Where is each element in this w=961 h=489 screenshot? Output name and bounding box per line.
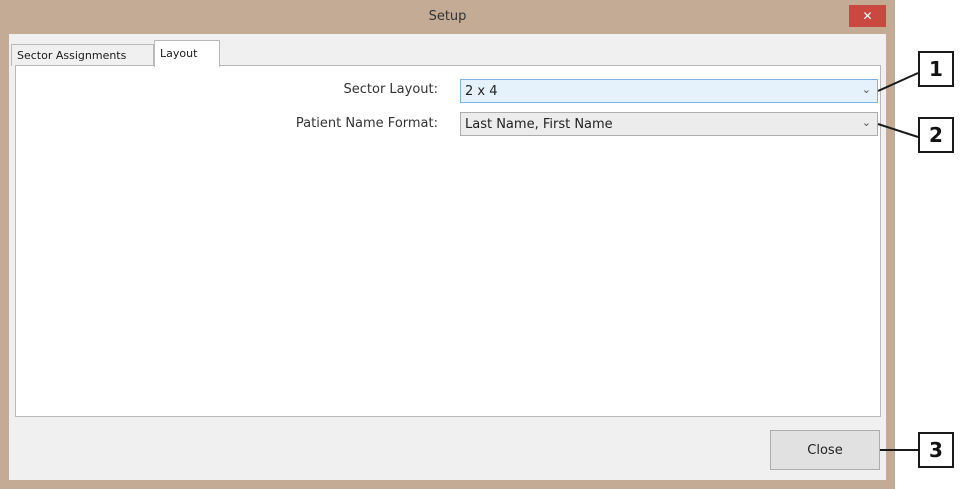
- close-button-label: Close: [807, 442, 843, 458]
- tab-sector-assignments[interactable]: Sector Assignments: [11, 44, 154, 66]
- chevron-down-icon: ⌄: [861, 116, 871, 129]
- patient-name-format-value: Last Name, First Name: [465, 117, 613, 132]
- patient-name-format-label: Patient Name Format:: [295, 116, 438, 131]
- callout-3: 3: [918, 432, 954, 468]
- callout-1: 1: [918, 51, 954, 87]
- sector-layout-label: Sector Layout:: [343, 82, 439, 97]
- close-icon: ✕: [862, 9, 873, 23]
- window-title: Setup: [428, 9, 467, 24]
- tab-label: Sector Assignments: [17, 49, 127, 62]
- sector-layout-value: 2 x 4: [465, 84, 498, 99]
- window-close-button[interactable]: ✕: [849, 5, 886, 27]
- setup-window: Setup ✕ Sector Assignments Layout Sector…: [0, 0, 895, 489]
- title-bar[interactable]: Setup ✕: [0, 0, 895, 34]
- callout-2: 2: [918, 117, 954, 153]
- tab-layout[interactable]: Layout: [154, 40, 220, 67]
- sector-layout-select[interactable]: 2 x 4 ⌄: [460, 79, 878, 103]
- close-button[interactable]: Close: [770, 430, 880, 470]
- tab-label: Layout: [160, 47, 198, 60]
- screenshot-root: Setup ✕ Sector Assignments Layout Sector…: [0, 0, 961, 489]
- layout-tab-panel: Sector Layout: 2 x 4 ⌄ Patient Name Form…: [15, 65, 881, 417]
- dialog-client-area: Sector Assignments Layout Sector Layout:…: [9, 34, 886, 480]
- chevron-down-icon: ⌄: [861, 83, 871, 96]
- patient-name-format-select[interactable]: Last Name, First Name ⌄: [460, 112, 878, 136]
